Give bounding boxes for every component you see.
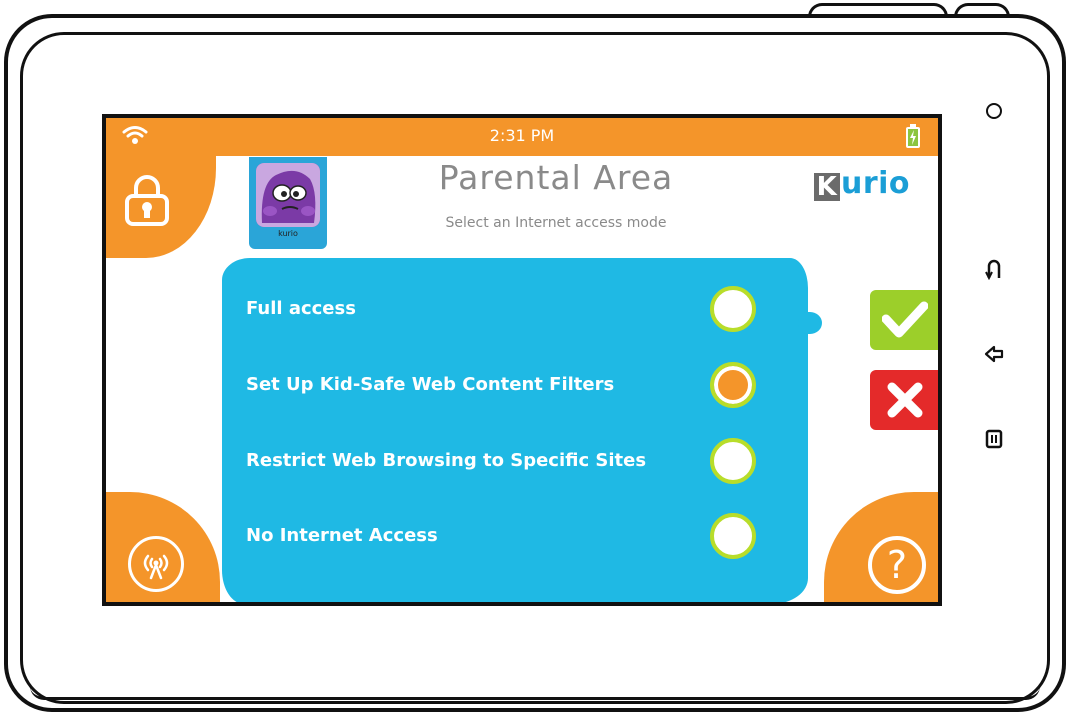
cancel-button[interactable]: [870, 370, 938, 430]
option-full-access-radio[interactable]: [710, 286, 756, 332]
close-icon: [887, 382, 923, 418]
back-icon[interactable]: [980, 340, 1008, 368]
profile-avatar[interactable]: kurio: [249, 157, 327, 249]
checkmark-icon: [882, 301, 928, 338]
confirm-button[interactable]: [870, 290, 938, 350]
profile-name: kurio: [278, 229, 298, 238]
kurio-logo: Kurio: [814, 166, 910, 201]
battery-charging-icon: [906, 124, 920, 152]
home-icon[interactable]: [980, 255, 1008, 283]
option-kid-safe-filters-label[interactable]: Set Up Kid-Safe Web Content Filters: [246, 374, 614, 395]
status-bar: 2:31 PM: [106, 118, 938, 156]
broadcast-icon[interactable]: [128, 536, 184, 592]
lock-icon[interactable]: [124, 174, 170, 226]
tablet-screen: 2:31 PM kurio Parental Area Select an In…: [102, 114, 942, 606]
logo-k: K: [814, 173, 840, 201]
avatar: [256, 163, 320, 227]
power-icon[interactable]: [980, 97, 1008, 125]
status-time: 2:31 PM: [489, 126, 555, 145]
menu-icon[interactable]: [980, 425, 1008, 453]
page-subtitle: Select an Internet access mode: [445, 215, 667, 231]
help-icon[interactable]: ?: [868, 536, 926, 594]
option-restrict-sites-label[interactable]: Restrict Web Browsing to Specific Sites: [246, 450, 646, 471]
panel-decoration: [798, 312, 822, 334]
option-restrict-sites-radio[interactable]: [710, 438, 756, 484]
option-kid-safe-filters-radio[interactable]: [710, 362, 756, 408]
option-full-access-label[interactable]: Full access: [246, 298, 356, 319]
option-no-internet-label[interactable]: No Internet Access: [246, 525, 438, 546]
option-no-internet-radio[interactable]: [710, 513, 756, 559]
logo-text: urio: [841, 166, 911, 201]
tablet-edge: [30, 686, 1040, 700]
page-title: Parental Area: [438, 158, 674, 197]
